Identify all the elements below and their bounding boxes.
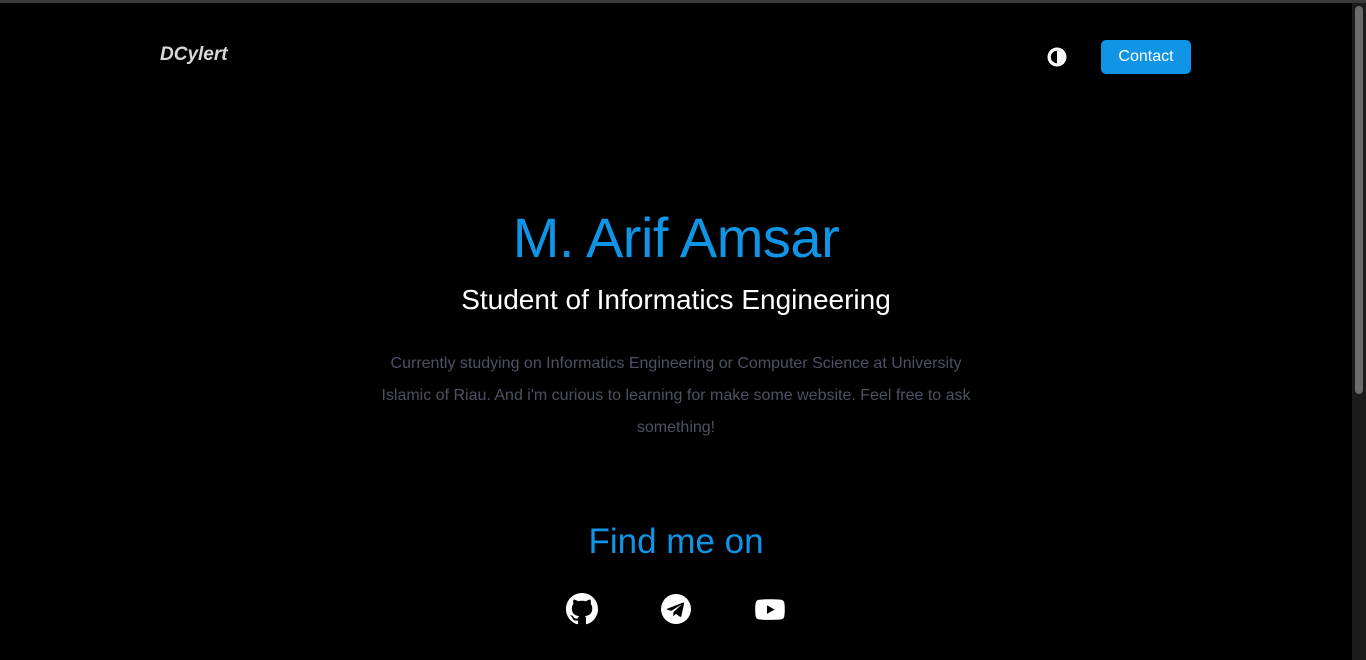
youtube-link[interactable] (754, 593, 786, 625)
hero-name: M. Arif Amsar (512, 206, 840, 269)
telegram-link[interactable] (660, 593, 692, 625)
github-link[interactable] (566, 593, 598, 625)
youtube-icon (755, 599, 785, 620)
find-me-title: Find me on (588, 522, 764, 561)
hero-description: Currently studying on Informatics Engine… (381, 355, 971, 436)
github-icon (566, 593, 598, 625)
theme-toggle-button[interactable] (1046, 46, 1068, 68)
brand-logo[interactable]: DCylert (160, 44, 228, 66)
telegram-icon (661, 594, 691, 624)
contrast-icon (1047, 47, 1067, 67)
contact-button[interactable]: Contact (1101, 40, 1191, 74)
scrollbar-thumb[interactable] (1355, 6, 1363, 394)
hero-role: Student of Informatics Engineering (461, 284, 891, 315)
